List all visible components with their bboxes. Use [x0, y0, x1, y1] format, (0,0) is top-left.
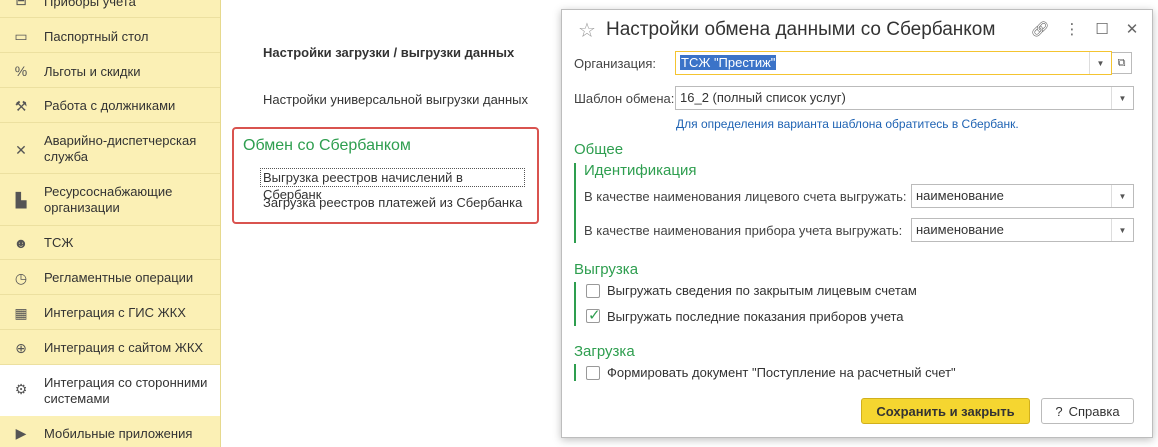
wrench-icon: ✕	[15, 141, 27, 158]
meter-name-value: наименование	[916, 222, 1004, 237]
people-icon: ☻	[13, 235, 29, 251]
account-name-field[interactable]: наименование ▼	[911, 184, 1134, 208]
help-button[interactable]: ? Справка	[1041, 398, 1134, 424]
last-readings-label: Выгружать последние показания приборов у…	[607, 309, 904, 324]
group-export-line	[574, 282, 576, 326]
template-hint: Для определения варианта шаблона обратит…	[676, 117, 1019, 131]
org-value: ТСЖ "Престиж"	[680, 55, 777, 70]
meter-name-label: В качестве наименования прибора учета вы…	[584, 223, 903, 238]
sidebar-item-label: Интеграция с ГИС ЖКХ	[44, 305, 186, 320]
section-title: Настройки загрузки / выгрузки данных	[263, 45, 515, 60]
template-field[interactable]: 16_2 (полный список услуг) ▼	[675, 86, 1134, 110]
sidebar-item-label: Работа с должниками	[44, 98, 176, 113]
group-identification: Идентификация	[584, 162, 697, 179]
play-icon: ▶	[15, 424, 27, 441]
gavel-icon: ⚒	[14, 97, 28, 114]
group-import: Загрузка	[574, 343, 635, 360]
help-label: Справка	[1068, 403, 1120, 419]
universal-export-link[interactable]: Настройки универсальной выгрузки данных	[263, 92, 528, 107]
closed-accounts-label: Выгружать сведения по закрытым лицевым с…	[607, 283, 917, 298]
sidebar-item-label: Мобильные приложения	[44, 426, 193, 441]
meter-name-field[interactable]: наименование ▼	[911, 218, 1134, 242]
sidebar-item-routine[interactable]: ◷ Регламентные операции	[0, 267, 220, 291]
template-label: Шаблон обмена:	[574, 91, 675, 106]
chevron-down-icon[interactable]: ▼	[1111, 185, 1133, 207]
sber-import-link[interactable]: Загрузка реестров платежей из Сбербанка	[263, 195, 522, 210]
meter-icon: ⊟	[11, 0, 31, 10]
app-root: ⊟ Приборы учета ▭ Паспортный стол % Льго…	[0, 0, 1158, 447]
sber-export-link[interactable]: Выгрузка реестров начислений в Сбербанк	[260, 168, 525, 202]
sidebar-item-gis[interactable]: ▦ Интеграция с ГИС ЖКХ	[0, 302, 220, 326]
sidebar-item-label: Ресурсоснабжающие организации	[44, 184, 173, 215]
chevron-down-icon[interactable]: ▼	[1111, 219, 1133, 241]
dialog-title: Настройки обмена данными со Сбербанком	[606, 19, 996, 40]
sidebar-item-label: Интеграция со сторонними системами	[44, 375, 208, 406]
more-menu-icon[interactable]: ⋮	[1061, 18, 1083, 40]
sidebar-item-debtors[interactable]: ⚒ Работа с должниками	[0, 95, 220, 119]
factory-icon: ▙	[15, 191, 27, 208]
close-icon[interactable]: ✕	[1121, 18, 1143, 40]
save-and-close-button[interactable]: Сохранить и закрыть	[861, 398, 1030, 424]
sidebar-item-label: Аварийно-диспетчерская служба	[44, 133, 197, 164]
passport-icon: ▭	[14, 27, 28, 44]
group-general-line	[574, 163, 576, 243]
group-export: Выгрузка	[574, 261, 639, 278]
open-org-icon[interactable]: ⧉	[1112, 52, 1132, 74]
org-field[interactable]: ТСЖ "Престиж" ▼	[675, 51, 1112, 75]
sber-section-title: Обмен со Сбербанком	[243, 137, 411, 154]
building-icon: ▦	[14, 304, 28, 321]
sidebar-item-benefits[interactable]: % Льготы и скидки	[0, 60, 220, 84]
sidebar-item-label: Приборы учета	[44, 0, 136, 9]
gear-icon: ⚙	[14, 380, 28, 397]
sidebar-item-site[interactable]: ⊕ Интеграция с сайтом ЖКХ	[0, 337, 220, 361]
percent-icon: %	[14, 63, 28, 79]
sidebar-item-suppliers[interactable]: ▙ Ресурсоснабжающие организации	[0, 181, 220, 219]
help-icon: ?	[1055, 403, 1063, 419]
account-name-value: наименование	[916, 188, 1004, 203]
globe-icon: ⊕	[15, 339, 27, 356]
sidebar-item-emergency[interactable]: ✕ Аварийно-диспетчерская служба	[0, 130, 220, 168]
sidebar-item-label: ТСЖ	[44, 235, 74, 250]
last-readings-checkbox[interactable]: ✓	[586, 307, 601, 324]
sidebar-item-label: Льготы и скидки	[44, 64, 141, 79]
sidebar-item-label: Интеграция с сайтом ЖКХ	[44, 340, 204, 355]
closed-accounts-checkbox[interactable]	[586, 284, 600, 298]
account-name-label: В качестве наименования лицевого счета в…	[584, 189, 907, 204]
org-label: Организация:	[574, 56, 657, 71]
sidebar-item-label: Паспортный стол	[44, 29, 149, 44]
sidebar-item-passport[interactable]: ▭ Паспортный стол	[0, 25, 220, 49]
check-icon: ✓	[588, 307, 601, 324]
link-icon[interactable]: 🔗︎	[1029, 18, 1051, 40]
sidebar-item-meters[interactable]: ⊟ Приборы учета	[0, 0, 220, 12]
sidebar: ⊟ Приборы учета ▭ Паспортный стол % Льго…	[0, 0, 221, 447]
sidebar-item-tszh[interactable]: ☻ ТСЖ	[0, 232, 220, 256]
chevron-down-icon[interactable]: ▼	[1111, 87, 1133, 109]
maximize-icon[interactable]: ☐	[1091, 18, 1113, 40]
template-value: 16_2 (полный список услуг)	[680, 90, 846, 105]
clock-icon: ◷	[14, 269, 28, 286]
favorite-star-icon[interactable]: ☆	[578, 18, 596, 43]
create-document-checkbox[interactable]	[586, 366, 600, 380]
group-import-line	[574, 364, 576, 381]
chevron-down-icon[interactable]: ▼	[1089, 52, 1111, 74]
group-general: Общее	[574, 141, 624, 158]
sidebar-item-integration[interactable]: ⚙ Интеграция со сторонними системами	[0, 365, 220, 416]
sidebar-item-mobile[interactable]: ▶ Мобильные приложения	[0, 422, 220, 446]
sidebar-item-label: Регламентные операции	[44, 270, 194, 285]
create-document-label: Формировать документ "Поступление на рас…	[607, 365, 956, 380]
